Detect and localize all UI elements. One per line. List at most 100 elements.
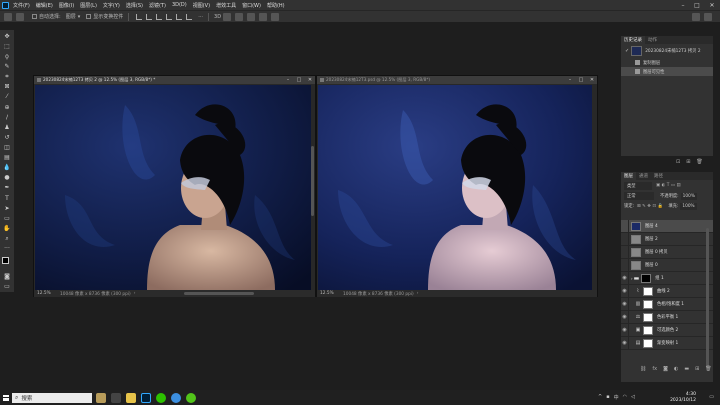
eye-icon[interactable]: ◉ — [621, 323, 629, 337]
healing-brush-tool-icon[interactable]: ⊕ — [3, 104, 11, 112]
tab-history[interactable]: 历史记录 — [621, 36, 645, 44]
layer-name[interactable]: 图层 0 拷贝 — [645, 249, 668, 255]
eye-icon[interactable]: ◉ — [621, 271, 629, 285]
adjustment-layer-icon[interactable]: ◐ — [674, 366, 678, 372]
3d-scale-icon[interactable] — [271, 12, 280, 21]
gradient-tool-icon[interactable]: ▤ — [3, 154, 11, 162]
horizontal-scrollbar[interactable] — [184, 292, 254, 295]
fx-icon[interactable]: fx — [652, 366, 657, 372]
more-tools-icon[interactable]: ··· — [3, 245, 11, 253]
add-mask-icon[interactable]: ◙ — [663, 366, 668, 372]
type-tool-icon[interactable]: T — [3, 195, 11, 203]
layer-row[interactable]: 图层 4 — [621, 219, 713, 233]
hand-tool-icon[interactable]: ✋ — [3, 225, 11, 233]
layer-row[interactable]: ◉ ▥ 色相/饱和度 1 — [621, 297, 713, 311]
maximize-icon[interactable]: □ — [690, 0, 704, 10]
layer-name[interactable]: 色彩平衡 1 — [657, 314, 678, 320]
task-view-icon[interactable] — [111, 392, 121, 403]
eye-icon[interactable]: ◉ — [621, 336, 629, 350]
lasso-tool-icon[interactable]: ϙ — [3, 53, 11, 61]
chevron-right-icon[interactable]: › — [134, 291, 136, 296]
layer-row[interactable]: ◉ ▤ 渐变映射 1 — [621, 336, 713, 350]
network-icon[interactable]: ◠ — [623, 394, 627, 401]
layer-group-row[interactable]: ◉ › ▬ 组 1 — [621, 271, 713, 285]
layer-name[interactable]: 可选颜色 2 — [657, 327, 678, 333]
eye-icon[interactable]: ◉ — [621, 310, 629, 324]
menu-view[interactable]: 视图(V) — [190, 2, 213, 9]
blur-tool-icon[interactable]: 💧 — [3, 164, 11, 172]
close-icon[interactable]: ✕ — [305, 76, 315, 84]
file-explorer-icon[interactable] — [126, 392, 136, 403]
marquee-tool-icon[interactable]: ⬚ — [3, 43, 11, 51]
menu-edit[interactable]: 编辑(E) — [33, 2, 56, 9]
close-icon[interactable]: ✕ — [587, 76, 597, 84]
chevron-right-icon[interactable]: › — [631, 276, 633, 281]
document-canvas[interactable] — [35, 85, 311, 290]
3d-roll-icon[interactable] — [235, 12, 244, 21]
tray-app-icon[interactable]: ▪ — [606, 394, 609, 401]
zoom-level[interactable]: 12.5% — [317, 291, 343, 296]
camera-icon[interactable]: ⊡ — [676, 159, 680, 165]
menu-layer[interactable]: 图层(L) — [77, 2, 100, 9]
layer-name[interactable]: 渐变映射 1 — [657, 340, 678, 346]
home-icon[interactable] — [4, 12, 12, 21]
start-button[interactable] — [0, 390, 12, 405]
foreground-color-swatch[interactable] — [2, 257, 9, 265]
minimize-icon[interactable]: – — [565, 76, 575, 84]
photoshop-taskbar-icon[interactable] — [141, 392, 151, 403]
menu-select[interactable]: 选择(S) — [123, 2, 146, 9]
menu-filter[interactable]: 滤镜(T) — [146, 2, 169, 9]
quick-select-tool-icon[interactable]: ✎ — [3, 63, 11, 71]
menu-3d[interactable]: 3D(D) — [169, 2, 190, 8]
taskbar-search[interactable]: ⌕ 搜索 — [12, 392, 92, 403]
align-bottom-icon[interactable] — [186, 13, 193, 20]
new-layer-icon[interactable]: ⊞ — [695, 366, 699, 372]
vertical-scrollbar[interactable] — [311, 146, 314, 216]
frame-tool-icon[interactable]: ⊠ — [3, 84, 11, 92]
rectangle-tool-icon[interactable]: ▭ — [3, 215, 11, 223]
move-tool-icon[interactable]: ✥ — [3, 33, 11, 41]
layers-scrollbar[interactable] — [706, 228, 709, 368]
layer-name[interactable]: 曲线 2 — [657, 288, 670, 294]
layer-row[interactable]: ◉ ⚖ 色彩平衡 1 — [621, 310, 713, 324]
tab-actions[interactable]: 动作 — [645, 37, 660, 43]
align-center-icon[interactable] — [146, 13, 153, 20]
document-title-bar[interactable]: 20230824宋楠12T3 拷贝 2 @ 12.5% (图层 3, RGB/8… — [34, 76, 315, 84]
new-document-icon[interactable]: ⊞ — [686, 159, 690, 165]
visibility-off-icon[interactable] — [621, 232, 629, 246]
menu-plugins[interactable]: 增效工具 — [213, 2, 239, 9]
wechat-icon[interactable] — [156, 392, 166, 403]
tab-paths[interactable]: 路径 — [651, 173, 666, 179]
zoom-tool-icon[interactable]: ⌕ — [3, 235, 11, 243]
dodge-tool-icon[interactable]: ● — [3, 175, 11, 183]
volume-icon[interactable]: ◁ — [631, 394, 635, 401]
maximize-icon[interactable]: □ — [294, 76, 304, 84]
layer-row[interactable]: ◉ ⌇ 曲线 2 — [621, 284, 713, 298]
chevron-up-icon[interactable]: ^ — [598, 394, 602, 401]
document-info[interactable]: 10048 像素 x 8736 像素 (300 ppi) — [343, 291, 414, 297]
app-icon[interactable] — [186, 392, 196, 403]
browser-icon[interactable] — [171, 392, 181, 403]
screen-mode-icon[interactable]: ▭ — [3, 283, 11, 291]
auto-select-dropdown[interactable]: 图层 — [66, 13, 76, 20]
align-middle-icon[interactable] — [176, 13, 183, 20]
minimize-icon[interactable]: – — [676, 0, 690, 10]
layer-name[interactable]: 组 1 — [655, 275, 663, 281]
widget-icon[interactable] — [96, 392, 106, 403]
lock-icons[interactable]: ⊠✎✥⊡🔒 — [637, 204, 664, 209]
filter-icons[interactable]: ▣◐T▭▤ — [656, 183, 682, 188]
clock[interactable]: 4:30 2023/10/12 — [670, 390, 696, 405]
visibility-off-icon[interactable] — [621, 258, 629, 272]
move-tool-icon[interactable] — [16, 12, 24, 21]
document-canvas[interactable] — [318, 85, 592, 290]
menu-image[interactable]: 图像(I) — [56, 2, 77, 9]
layer-row[interactable]: 图层 0 拷贝 — [621, 245, 713, 259]
align-top-icon[interactable] — [166, 13, 173, 20]
visibility-off-icon[interactable] — [621, 245, 629, 259]
clone-stamp-tool-icon[interactable]: ♟ — [3, 124, 11, 132]
layer-row[interactable]: 图层 0 — [621, 258, 713, 272]
layer-name[interactable]: 图层 2 — [645, 236, 658, 242]
pen-tool-icon[interactable]: ✒ — [3, 185, 11, 193]
quick-mask-icon[interactable]: ◙ — [3, 273, 11, 281]
share-icon[interactable] — [704, 13, 712, 21]
